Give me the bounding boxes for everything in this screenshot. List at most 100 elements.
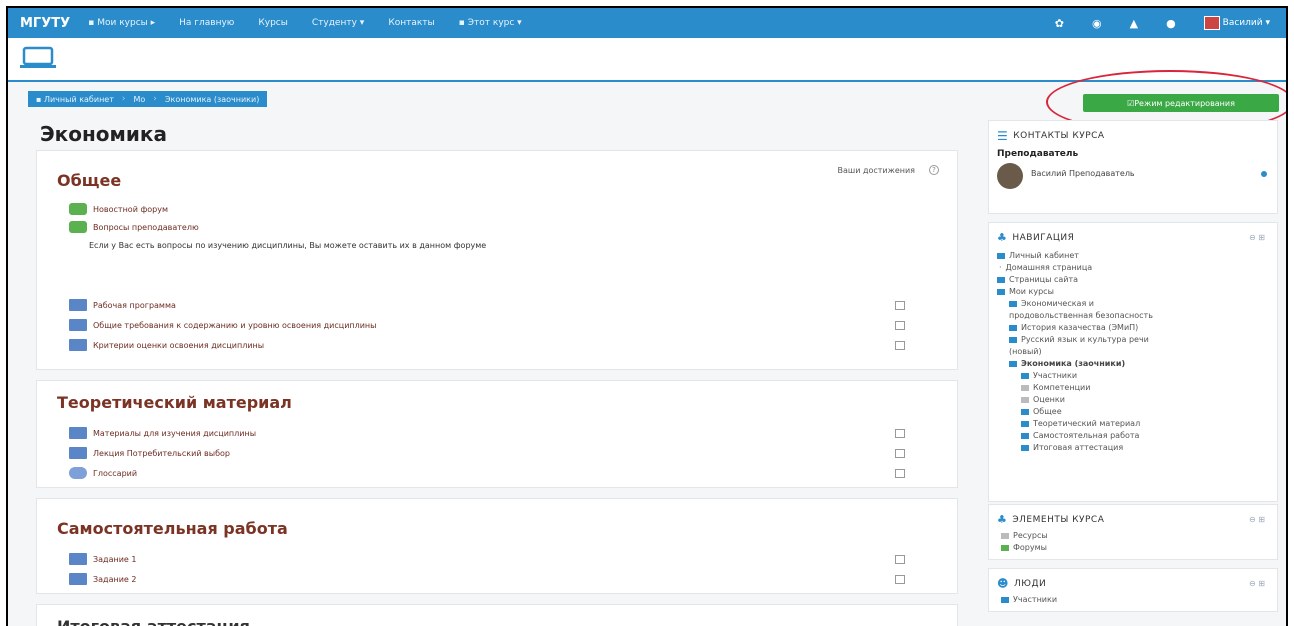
element-forums[interactable]: Форумы [1001, 543, 1047, 552]
nav-student[interactable]: Студенту ▾ [312, 18, 364, 28]
notifications-icon[interactable]: ▲ [1130, 17, 1138, 30]
completion-checkbox[interactable] [895, 555, 905, 564]
activity-news-forum[interactable]: Новостной форум [69, 203, 168, 215]
help-icon[interactable]: ? [929, 165, 939, 175]
section-theory: Теоретический материал Материалы для изу… [36, 380, 958, 488]
activity-requirements[interactable]: Общие требования к содержанию и уровню о… [69, 319, 376, 331]
folder-icon [69, 339, 87, 351]
nav-dashboard[interactable]: Личный кабинет [997, 251, 1079, 260]
top-navbar: МГУТУ ▪ Мои курсы ▸ На главную Курсы Студ… [8, 8, 1286, 38]
folder-icon [69, 573, 87, 585]
nav-selfwork[interactable]: Самостоятельная работа [1021, 431, 1139, 440]
block-header: ☻ ЛЮДИ [997, 577, 1047, 590]
app-frame: МГУТУ ▪ Мои курсы ▸ На главную Курсы Студ… [6, 6, 1288, 626]
glossary-icon [69, 467, 87, 479]
file-icon [1001, 532, 1009, 539]
block-header: ♣ ЭЛЕМЕНТЫ КУРСА [997, 513, 1105, 526]
message-icon[interactable] [1261, 171, 1267, 177]
nav-course-economics[interactable]: Экономика (заочники) [1009, 359, 1125, 368]
folder-icon [1021, 372, 1029, 379]
logo-strip [8, 38, 1286, 82]
table-icon [1021, 396, 1029, 403]
teacher-role: Преподаватель [997, 149, 1079, 159]
section-title: Самостоятельная работа [57, 519, 288, 538]
nav-competencies[interactable]: Компетенции [1021, 383, 1090, 392]
activity-criteria[interactable]: Критерии оценки освоения дисциплины [69, 339, 264, 351]
user-menu[interactable]: Василий ▾ [1203, 16, 1270, 30]
section-title: Общее [57, 171, 122, 190]
nav-contacts[interactable]: Контакты [388, 18, 434, 28]
nav-general[interactable]: Общее [1021, 407, 1062, 416]
nav-course-russian[interactable]: Русский язык и культура речи [1009, 335, 1149, 344]
completion-checkbox[interactable] [895, 469, 905, 478]
people-participants[interactable]: Участники [1001, 595, 1057, 604]
completion-checkbox[interactable] [895, 301, 905, 310]
completion-checkbox[interactable] [895, 575, 905, 584]
breadcrumb: ▪ Личный кабинет › Мо › Экономика (заочн… [28, 91, 268, 107]
block-controls-icon[interactable]: ⊖ ⊞ [1249, 515, 1265, 524]
nav-course-russian-2[interactable]: (новый) [1009, 347, 1042, 356]
activity-task1[interactable]: Задание 1 [69, 553, 136, 565]
messages-icon[interactable]: ● [1166, 17, 1176, 30]
block-controls-icon[interactable]: ⊖ ⊞ [1249, 233, 1265, 242]
activity-questions-forum[interactable]: Вопросы преподавателю [69, 221, 199, 233]
forum-icon [1001, 544, 1009, 551]
teacher-avatar[interactable] [997, 163, 1023, 189]
folder-icon [1021, 408, 1029, 415]
teacher-name[interactable]: Василий Преподаватель [1031, 169, 1135, 178]
nav-my-courses[interactable]: ▪ Мои курсы ▸ [88, 18, 155, 28]
main-content: Экономика Общее Ваши достижения? Новостн… [36, 118, 958, 626]
element-resources[interactable]: Ресурсы [1001, 531, 1048, 540]
folder-icon [1009, 360, 1017, 367]
settings-icon[interactable]: ✿ [1055, 17, 1064, 30]
nav-my-courses[interactable]: Мои курсы [997, 287, 1054, 296]
breadcrumb-dashboard[interactable]: ▪ Личный кабинет [36, 95, 114, 104]
block-header: ♣ НАВИГАЦИЯ [997, 231, 1075, 244]
completion-checkbox[interactable] [895, 341, 905, 350]
folder-icon [1021, 444, 1029, 451]
achievements-label[interactable]: Ваши достижения [837, 166, 915, 175]
nav-home[interactable]: На главную [179, 18, 234, 28]
users-icon [1001, 596, 1009, 603]
laptop-logo-icon[interactable] [20, 46, 56, 70]
nav-courses[interactable]: Курсы [258, 18, 287, 28]
nav-course-history[interactable]: История казачества (ЭМиП) [1009, 323, 1138, 332]
nav-final[interactable]: Итоговая аттестация [1021, 443, 1123, 452]
nav-course-econ-security-2[interactable]: продовольственная безопасность [1009, 311, 1153, 320]
activity-materials[interactable]: Материалы для изучения дисциплины [69, 427, 256, 439]
forum-icon [69, 203, 87, 215]
nav-grades[interactable]: Оценки [1021, 395, 1065, 404]
section-title: Теоретический материал [57, 393, 292, 412]
home-icon: ▪ [88, 18, 95, 28]
block-navigation: ♣ НАВИГАЦИЯ ⊖ ⊞ Личный кабинет · Домашняя… [988, 222, 1278, 502]
folder-icon [69, 553, 87, 565]
nav-course-econ-security[interactable]: Экономическая и [1009, 299, 1094, 308]
forum-description: Если у Вас есть вопросы по изучению дисц… [89, 241, 487, 250]
activity-task2[interactable]: Задание 2 [69, 573, 136, 585]
folder-icon [69, 427, 87, 439]
folder-icon [69, 299, 87, 311]
breadcrumb-course[interactable]: Экономика (заочники) [165, 95, 259, 104]
nav-theory[interactable]: Теоретический материал [1021, 419, 1140, 428]
folder-icon [69, 447, 87, 459]
dashboard-icon[interactable]: ◉ [1092, 17, 1102, 30]
folder-icon [1009, 300, 1017, 307]
site-brand[interactable]: МГУТУ [20, 16, 70, 31]
breadcrumb-my[interactable]: Мо [134, 95, 146, 104]
completion-checkbox[interactable] [895, 449, 905, 458]
home-icon [997, 252, 1005, 259]
menu-icon: ☰ [997, 129, 1009, 143]
folder-icon [1009, 336, 1017, 343]
activity-glossary[interactable]: Глоссарий [69, 467, 137, 479]
nav-homepage[interactable]: · Домашняя страница [999, 263, 1092, 272]
avatar [1203, 16, 1220, 30]
nav-site-pages[interactable]: Страницы сайта [997, 275, 1078, 284]
block-controls-icon[interactable]: ⊖ ⊞ [1249, 579, 1265, 588]
nav-participants[interactable]: Участники [1021, 371, 1077, 380]
completion-checkbox[interactable] [895, 429, 905, 438]
activity-lecture[interactable]: Лекция Потребительский выбор [69, 447, 230, 459]
nav-this-course[interactable]: ▪ Этот курс ▾ [459, 18, 522, 28]
completion-checkbox[interactable] [895, 321, 905, 330]
activity-program[interactable]: Рабочая программа [69, 299, 176, 311]
sitemap-icon: ♣ [997, 231, 1008, 244]
